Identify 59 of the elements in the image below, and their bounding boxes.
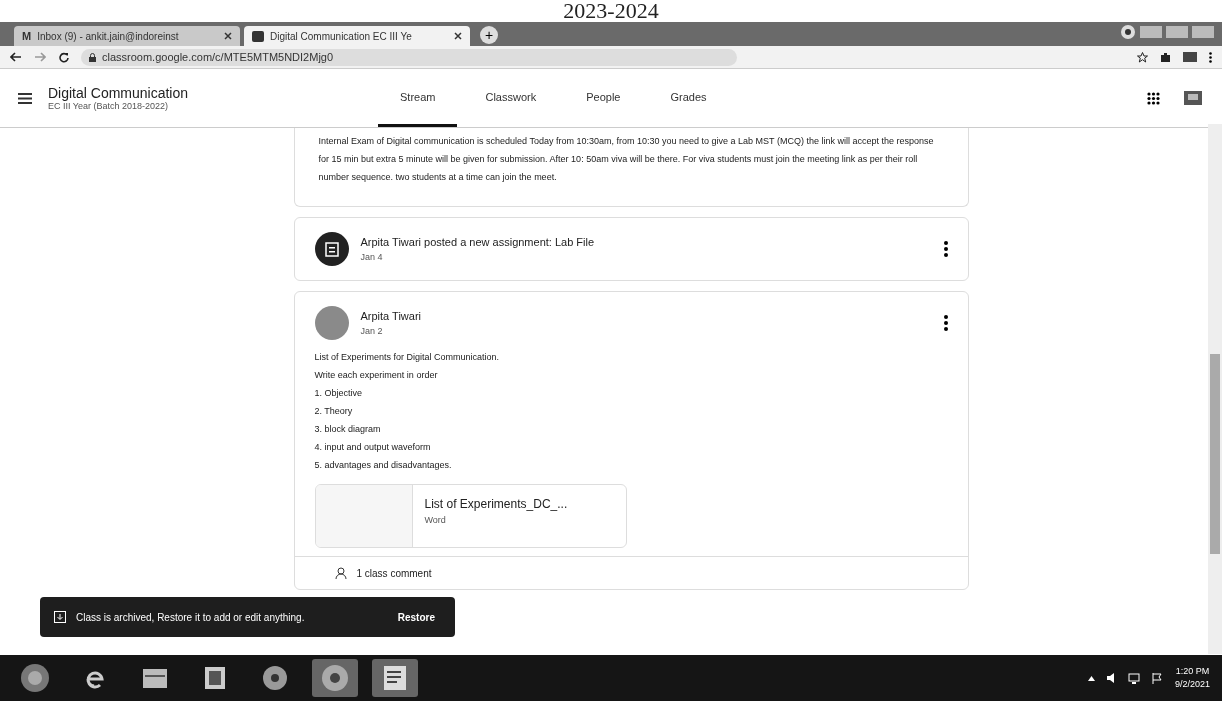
snackbar-message: Class is archived, Restore it to add or edit anything. [76, 611, 305, 623]
new-tab-button[interactable]: + [480, 26, 498, 44]
post-text-line: 2. Theory [314, 405, 354, 418]
star-icon[interactable] [1137, 51, 1148, 63]
clock[interactable]: 1:20 PM 9/2/2021 [1174, 665, 1210, 691]
browser-circle-icon[interactable] [321, 664, 349, 692]
post-date: Jan 2 [360, 326, 384, 336]
profile-icon[interactable] [1120, 24, 1136, 40]
account-logo-icon[interactable] [1182, 88, 1204, 108]
post-text-line: Write each experiment in order [314, 369, 439, 382]
folder-icon[interactable] [142, 667, 168, 689]
more-options-icon[interactable] [943, 315, 948, 331]
address-bar[interactable]: classroom.google.com/c/MTE5MTM5NDI2Mjg0 [81, 48, 737, 66]
forward-arrow-icon[interactable] [34, 52, 46, 62]
post-text-line: List of Experiments for Digital Communication. [314, 351, 501, 364]
attachment-name: List of Experiments_DC_... [424, 497, 568, 511]
classroom-icon [252, 30, 264, 42]
menu-dots-icon[interactable] [1209, 51, 1212, 63]
disc-icon[interactable] [262, 665, 288, 691]
attachment-card[interactable]: List of Experiments_DC_... Word [314, 484, 627, 548]
post-text-line: 4. input and output waveform [314, 441, 432, 454]
page-header: 2023-2024 [562, 0, 660, 22]
close-icon[interactable] [454, 32, 462, 40]
more-options-icon[interactable] [943, 241, 948, 257]
menu-icon[interactable] [18, 92, 32, 104]
caret-up-icon[interactable] [1087, 675, 1095, 681]
nav-tab[interactable]: People [564, 69, 643, 127]
announcement-text: Internal Exam of Digital communication is scheduled Today from 10:30am, from 10:30 you need to give a Lab MST (MCQ) the link will accept the response for 15 min but extra 5 minute will be given for submission. After 10: 50am viva will be there. For viva students must join the meeting link as per their roll number sequence. two students at a time can join the meet. [293, 128, 969, 207]
flag-icon[interactable] [1151, 672, 1163, 684]
media-player-icon[interactable] [204, 666, 226, 690]
archive-icon [54, 611, 66, 623]
scrollbar[interactable] [1208, 124, 1222, 654]
assignment-title: Arpita Tiwari posted a new assignment: Lab File [360, 236, 595, 248]
nav-tab[interactable]: Grades [648, 69, 729, 127]
document-icon[interactable] [383, 665, 407, 691]
assignment-card[interactable]: Arpita Tiwari posted a new assignment: Lab File Jan 4 [293, 217, 969, 281]
class-subtitle: EC III Year (Batch 2018-2022) [48, 101, 170, 111]
class-title: Digital Communication [48, 85, 189, 101]
browser-tab[interactable]: M Inbox (9) - ankit.jain@indoreinst [14, 26, 240, 46]
close-icon[interactable] [224, 32, 232, 40]
attachment-type: Word [424, 515, 447, 525]
apps-grid-icon[interactable] [1147, 91, 1160, 105]
avatar [314, 306, 349, 340]
network-icon[interactable] [1127, 672, 1140, 684]
nav-tab[interactable]: Classwork [463, 69, 559, 127]
reload-icon[interactable] [58, 51, 69, 63]
browser-tab[interactable]: Digital Communication EC III Ye [244, 26, 470, 46]
post-text-line: 3. block diagram [314, 423, 382, 436]
post-text-line: 1. Objective [314, 387, 364, 400]
post-date: Jan 4 [360, 252, 384, 262]
speaker-icon[interactable] [1106, 673, 1116, 683]
start-orb-icon[interactable] [20, 663, 50, 693]
comment-count[interactable]: 1 class comment [356, 567, 432, 579]
assignment-icon [314, 232, 349, 266]
post-text-line: 5. advantages and disadvantages. [314, 459, 453, 472]
back-arrow-icon[interactable] [10, 52, 22, 62]
author-name: Arpita Tiwari [360, 310, 422, 322]
restore-button[interactable]: Restore [391, 610, 441, 624]
lock-icon [89, 52, 96, 62]
